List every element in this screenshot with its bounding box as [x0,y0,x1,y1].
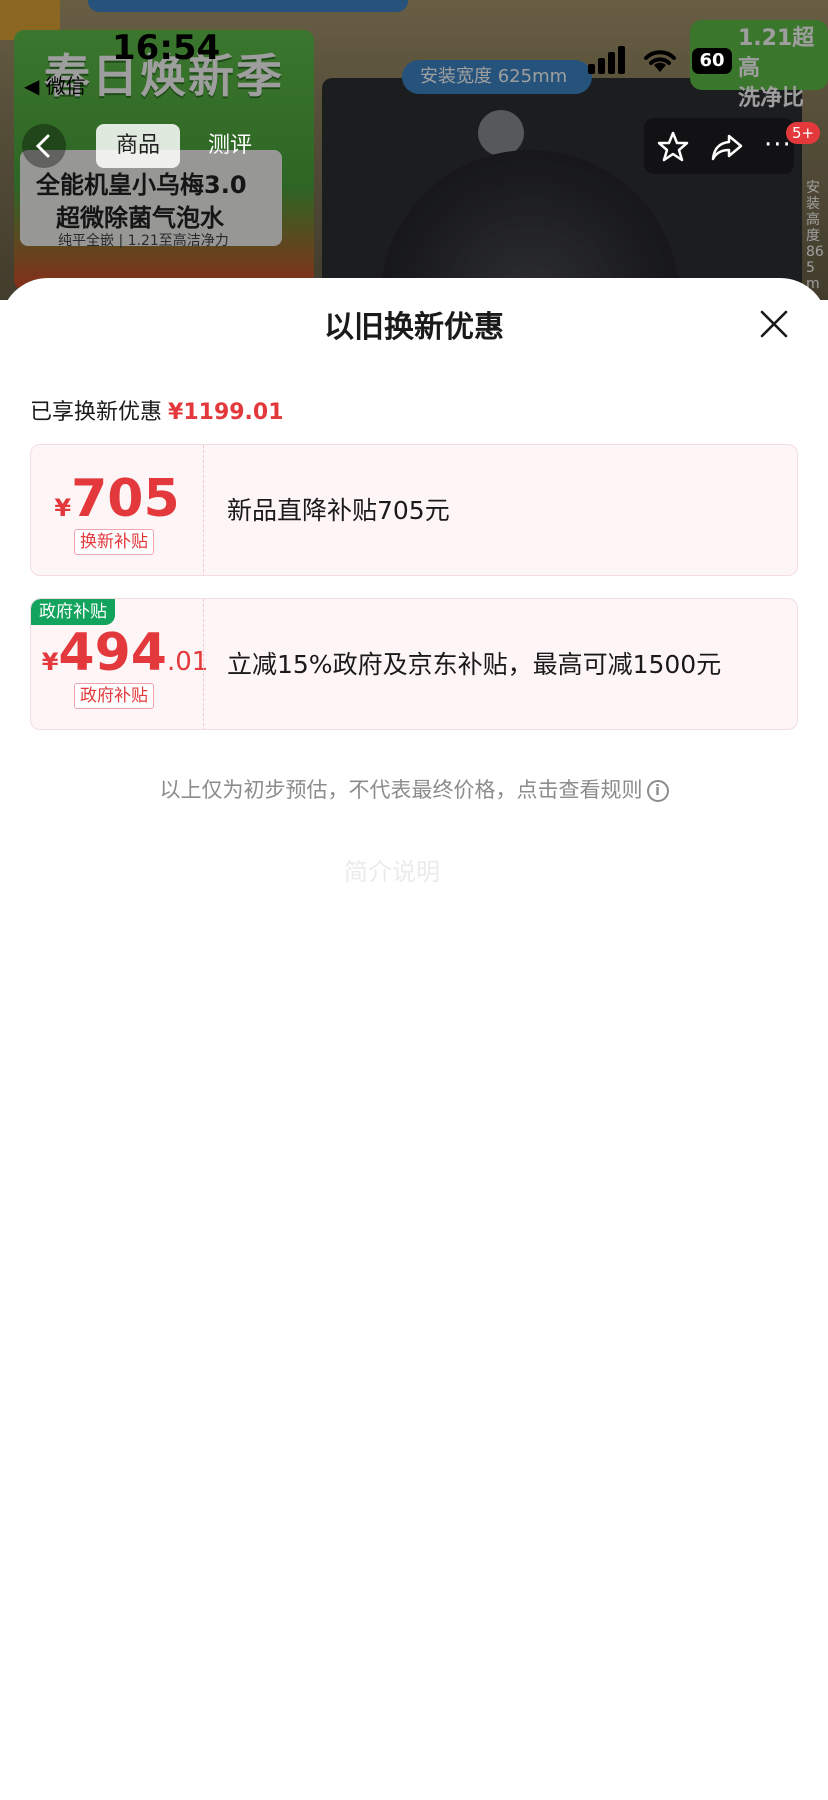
back-button[interactable] [22,124,66,168]
back-to-app-link[interactable]: ◀ 微信 [24,70,86,99]
price-integer: 494 [58,623,167,683]
rules-disclaimer-link[interactable]: 以上仅为初步预估，不代表最终价格，点击查看规则 i [0,774,828,804]
subsidy-tag: 换新补贴 [74,529,154,555]
discount-card-trade-in[interactable]: ¥705 换新补贴 新品直降补贴705元 [30,444,798,576]
ghost-caption: 简介说明 [344,858,440,886]
close-icon[interactable] [756,306,792,342]
price-integer: 705 [71,469,180,529]
card-price: ¥494.01 [39,623,211,683]
enjoyed-amount: ¥1199.01 [168,400,284,425]
card-divider [203,599,204,729]
message-badge: 5+ [786,122,821,144]
card-price-area: ¥705 换新补贴 [31,445,203,575]
chevron-left-icon [35,134,50,158]
battery-icon: 60 [692,48,732,74]
status-time: 16:54 [112,28,221,68]
tab-product[interactable]: 商品 [96,124,180,168]
enjoyed-discount: 已享换新优惠 ¥1199.01 [30,394,284,426]
share-icon[interactable] [710,130,744,164]
info-icon: i [646,780,669,802]
currency-symbol: ¥ [54,494,72,522]
star-icon[interactable] [656,130,690,164]
subsidy-tag: 政府补贴 [74,683,154,709]
enjoyed-label: 已享换新优惠 [30,400,163,425]
disclaimer-text: 以上仅为初步预估，不代表最终价格，点击查看规则 [159,778,643,802]
tab-review[interactable]: 测评 [190,124,270,168]
gov-subsidy-badge: 政府补贴 [31,599,115,625]
discount-card-government[interactable]: ¥494.01 政府补贴 政府补贴 立减15%政府及京东补贴，最高可减1500元 [30,598,798,730]
signal-icon [588,44,628,74]
wifi-icon [644,50,676,72]
card-description: 立减15%政府及京东补贴，最高可减1500元 [227,650,722,679]
card-divider [203,445,204,575]
card-price: ¥705 [31,469,203,529]
sheet-title: 以旧换新优惠 [324,310,504,345]
currency-symbol: ¥ [41,648,59,676]
card-description: 新品直降补贴705元 [227,496,450,525]
